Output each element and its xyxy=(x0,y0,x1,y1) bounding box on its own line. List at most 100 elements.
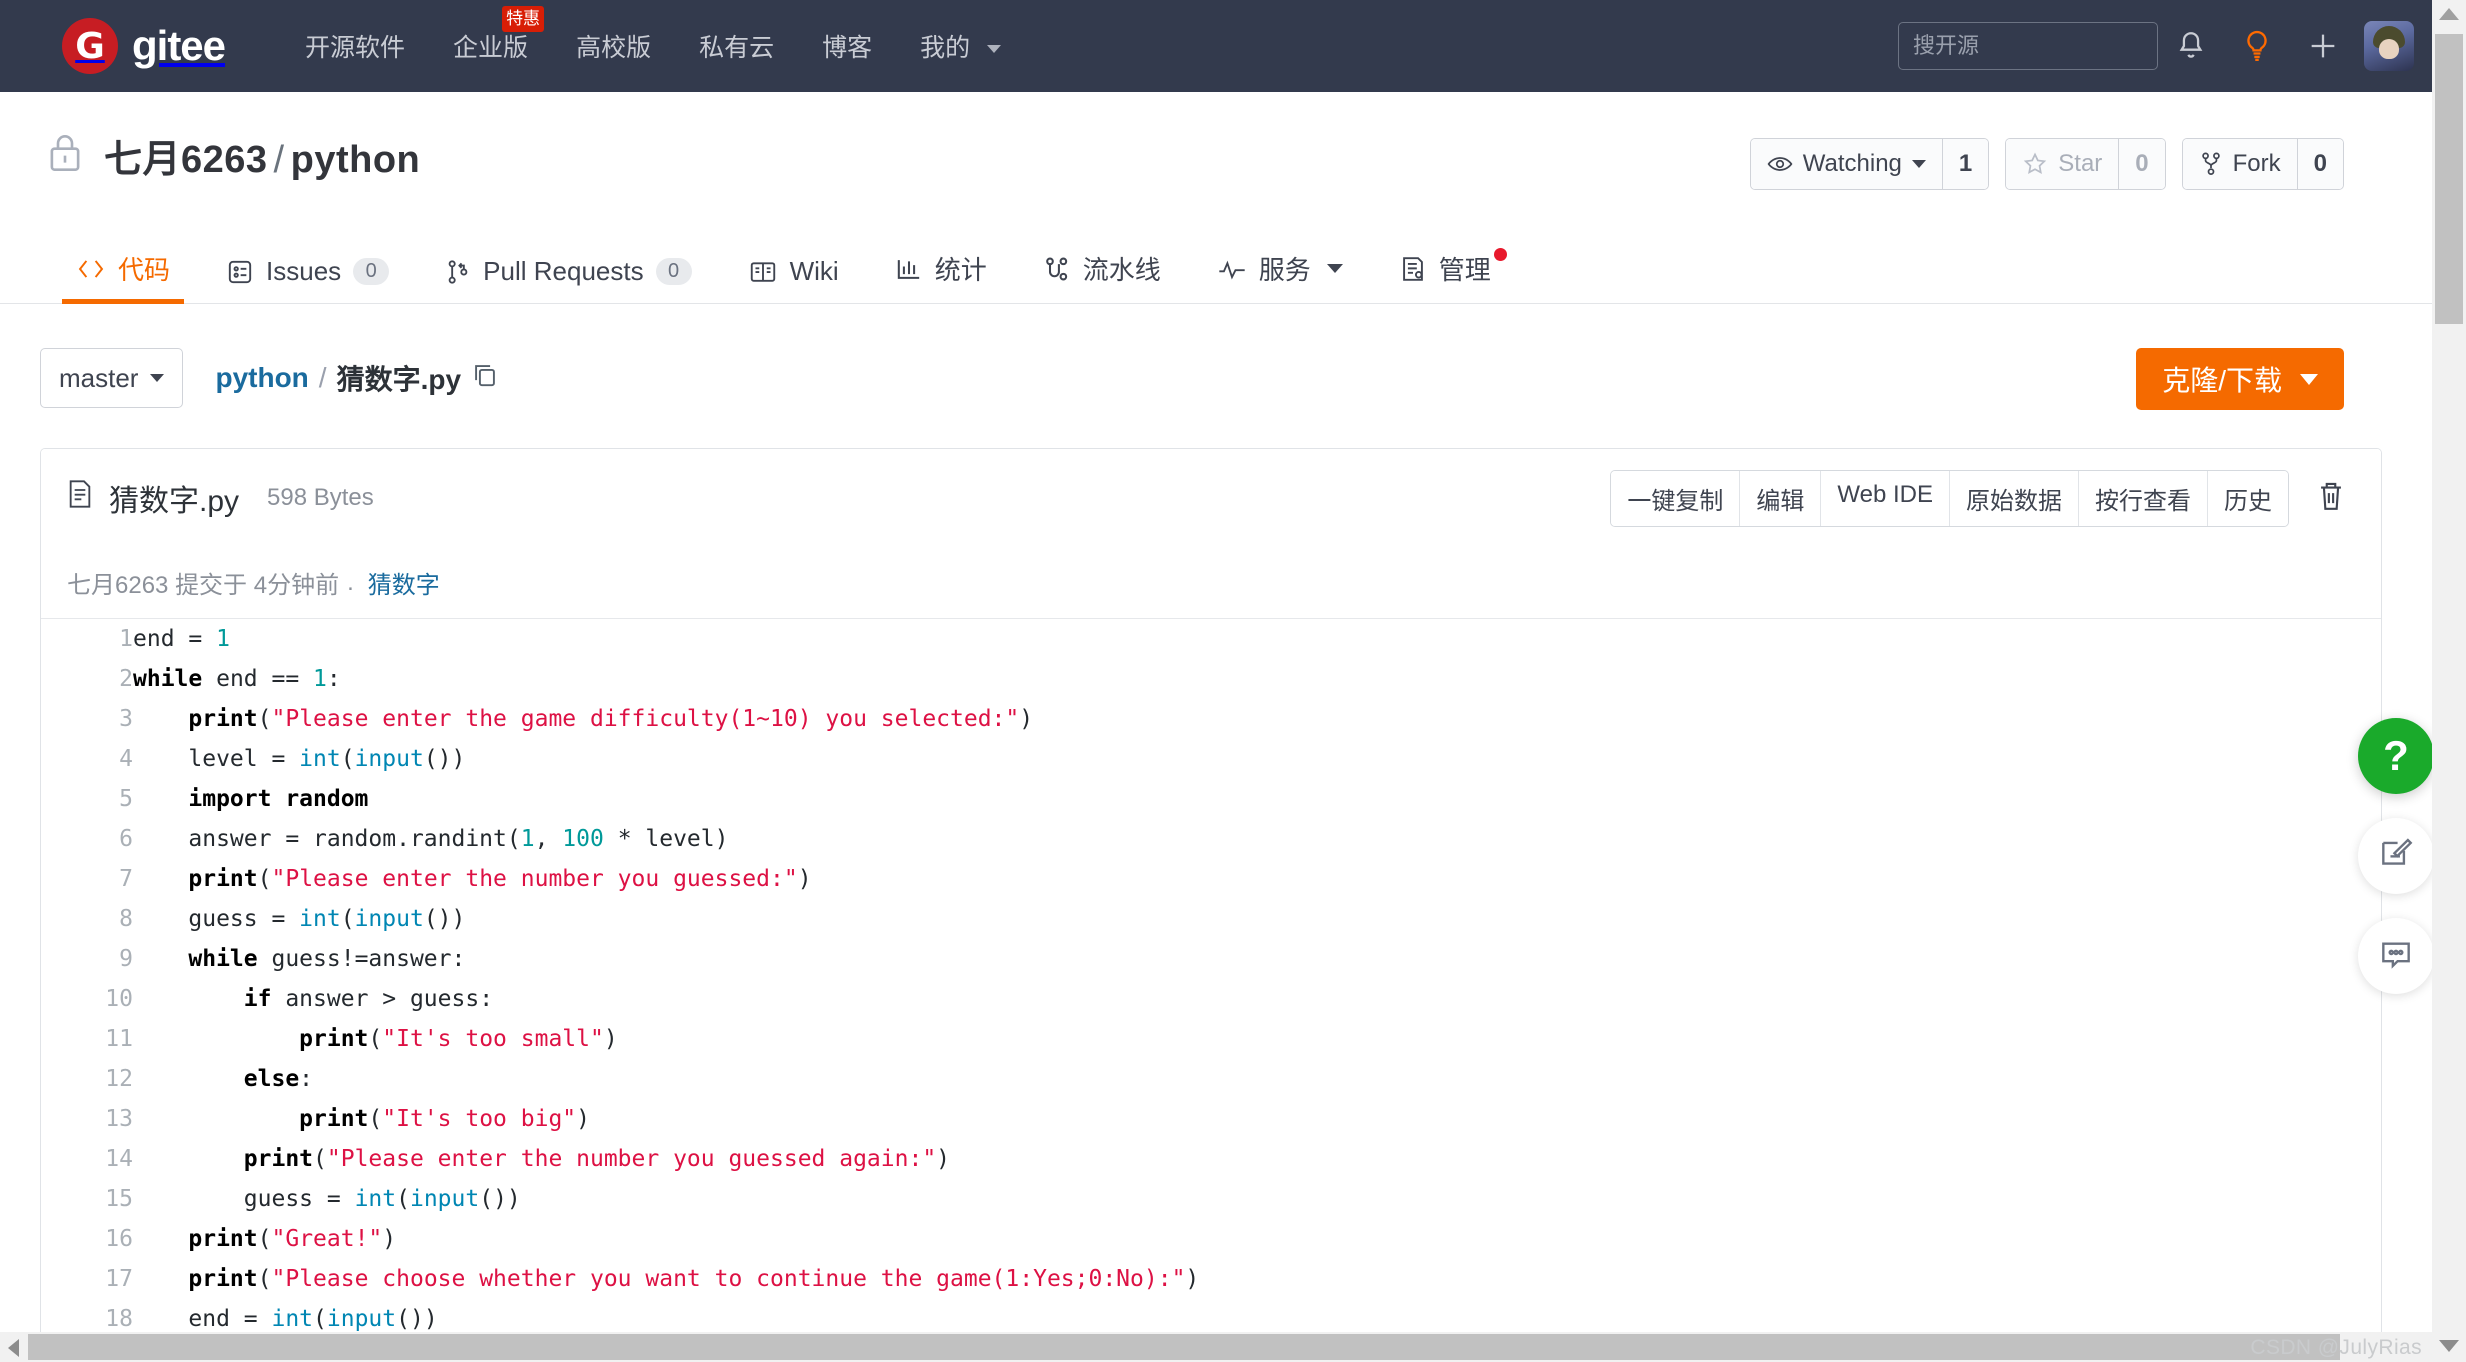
chevron-down-icon xyxy=(2300,373,2318,385)
line-number[interactable]: 15 xyxy=(41,1179,133,1219)
nav-label: 我的 xyxy=(920,34,971,62)
notification-bell-icon[interactable] xyxy=(2158,16,2224,76)
line-number[interactable]: 9 xyxy=(41,939,133,979)
user-avatar[interactable] xyxy=(2364,21,2414,71)
line-number[interactable]: 4 xyxy=(41,739,133,779)
scroll-up-arrow-icon[interactable] xyxy=(2439,8,2459,20)
star-count[interactable]: 0 xyxy=(2118,139,2165,189)
commit-message[interactable]: 猜数字 xyxy=(368,565,440,600)
code-viewer[interactable]: 1 end = 1 2 while end == 1: 3 print("Please … xyxy=(41,619,2381,1361)
horizontal-scrollbar[interactable] xyxy=(0,1332,2432,1362)
feedback-fab-button[interactable] xyxy=(2358,818,2434,894)
scroll-down-arrow-icon[interactable] xyxy=(2439,1340,2459,1352)
line-content: end = 1 xyxy=(133,626,230,652)
repo-owner-link[interactable]: 七月6263 xyxy=(104,139,268,181)
promo-badge: 特惠 xyxy=(502,6,545,32)
tab-issues[interactable]: Issues 0 xyxy=(198,256,417,303)
fork-count[interactable]: 0 xyxy=(2296,139,2343,189)
nav-item-enterprise[interactable]: 特惠 企业版 xyxy=(429,6,552,64)
line-number[interactable]: 17 xyxy=(41,1259,133,1299)
tab-manage[interactable]: 管理 xyxy=(1371,248,1519,303)
line-number[interactable]: 13 xyxy=(41,1099,133,1139)
tab-pipeline[interactable]: 流水线 xyxy=(1015,250,1189,303)
chat-fab-button[interactable] xyxy=(2358,918,2434,994)
nav-label: 开源软件 xyxy=(305,34,406,62)
code-line: 5 import random xyxy=(41,779,2381,819)
watch-button-group[interactable]: Watching 1 xyxy=(1749,138,1990,190)
fork-button[interactable]: Fork xyxy=(2182,139,2297,189)
chat-bubble-icon xyxy=(2377,935,2415,978)
scroll-left-arrow-icon[interactable] xyxy=(8,1339,19,1357)
line-number[interactable]: 8 xyxy=(41,899,133,939)
file-toolbar: 一键复制 编辑 Web IDE 原始数据 按行查看 历史 xyxy=(1610,469,2355,527)
tab-pull-requests[interactable]: Pull Requests 0 xyxy=(417,256,719,303)
trash-icon[interactable] xyxy=(2307,479,2355,518)
edit-button[interactable]: 编辑 xyxy=(1739,470,1821,526)
tab-code[interactable]: 代码 xyxy=(48,250,198,304)
line-content: print("Please enter the number you guess… xyxy=(188,866,812,892)
line-number[interactable]: 11 xyxy=(41,1019,133,1059)
copy-button[interactable]: 一键复制 xyxy=(1611,470,1740,526)
code-line: 2 while end == 1: xyxy=(41,659,2381,699)
commit-verb: 提交于 xyxy=(175,572,248,599)
repo-tab-bar: 代码 Issues 0 Pull Requests 0 Wiki 统计 流水线 … xyxy=(0,228,2432,304)
line-number[interactable]: 3 xyxy=(41,699,133,739)
line-number[interactable]: 6 xyxy=(41,819,133,859)
horizontal-scrollbar-thumb[interactable] xyxy=(28,1334,2340,1360)
line-number[interactable]: 1 xyxy=(41,619,133,659)
commit-time: 4分钟前 xyxy=(253,572,340,599)
search-input[interactable] xyxy=(1898,22,2158,70)
copy-path-icon[interactable] xyxy=(471,361,499,396)
tab-wiki[interactable]: Wiki xyxy=(720,256,867,303)
breadcrumb-dir-python[interactable]: python xyxy=(215,362,308,394)
line-number[interactable]: 10 xyxy=(41,979,133,1019)
nav-item-private-cloud[interactable]: 私有云 xyxy=(675,28,798,64)
nav-item-university[interactable]: 高校版 xyxy=(552,28,675,64)
line-number[interactable]: 2 xyxy=(41,659,133,699)
lightbulb-icon[interactable] xyxy=(2224,16,2290,76)
line-number[interactable]: 16 xyxy=(41,1219,133,1259)
repo-name-link[interactable]: python xyxy=(291,139,421,181)
star-button[interactable]: Star xyxy=(2006,139,2119,189)
watch-count[interactable]: 1 xyxy=(1941,139,1989,189)
code-line: 3 print("Please enter the game difficult… xyxy=(41,699,2381,739)
line-content: print("Please enter the game difficulty(… xyxy=(188,706,1034,732)
fork-icon xyxy=(2201,152,2220,175)
tab-services[interactable]: 服务 xyxy=(1189,250,1371,303)
help-fab-button[interactable]: ? xyxy=(2358,718,2434,794)
blame-button[interactable]: 按行查看 xyxy=(2078,470,2207,526)
clone-download-button[interactable]: 克隆/下载 xyxy=(2136,348,2344,410)
file-name-text: 猜数字.py xyxy=(109,485,240,518)
code-icon xyxy=(78,259,104,278)
code-line: 8 guess = int(input()) xyxy=(41,899,2381,939)
code-line: 9 while guess!=answer: xyxy=(41,939,2381,979)
line-content: print("Great!") xyxy=(188,1226,397,1252)
line-number[interactable]: 14 xyxy=(41,1139,133,1179)
raw-data-button[interactable]: 原始数据 xyxy=(1949,470,2078,526)
file-size: 598 Bytes xyxy=(267,484,374,511)
line-content: else: xyxy=(243,1066,314,1092)
nav-item-blog[interactable]: 博客 xyxy=(798,28,896,64)
vertical-scrollbar[interactable] xyxy=(2432,0,2466,1362)
star-button-group[interactable]: Star 0 xyxy=(2005,138,2166,190)
fork-button-group[interactable]: Fork 0 xyxy=(2181,138,2344,190)
tab-statistics[interactable]: 统计 xyxy=(867,250,1015,303)
branch-selector[interactable]: master xyxy=(40,348,184,408)
line-number[interactable]: 7 xyxy=(41,859,133,899)
web-ide-button[interactable]: Web IDE xyxy=(1820,470,1949,526)
vertical-scrollbar-thumb[interactable] xyxy=(2435,34,2463,324)
line-number[interactable]: 5 xyxy=(41,779,133,819)
code-line: 11 print("It's too small") xyxy=(41,1019,2381,1059)
line-number[interactable]: 12 xyxy=(41,1059,133,1099)
feedback-edit-icon xyxy=(2377,835,2415,878)
plus-icon[interactable] xyxy=(2290,16,2356,76)
lock-icon xyxy=(44,130,86,181)
commit-author[interactable]: 七月6263 xyxy=(67,565,168,600)
history-button[interactable]: 历史 xyxy=(2207,470,2288,526)
gitee-logo[interactable]: G gitee xyxy=(62,18,226,74)
commit-info-row: 七月6263 提交于 4分钟前 . 猜数字 xyxy=(41,547,2381,619)
watch-button[interactable]: Watching xyxy=(1750,139,1942,189)
chevron-down-icon xyxy=(1326,264,1343,273)
nav-item-mine[interactable]: 我的 xyxy=(896,28,1025,64)
nav-item-opensource[interactable]: 开源软件 xyxy=(281,28,429,64)
